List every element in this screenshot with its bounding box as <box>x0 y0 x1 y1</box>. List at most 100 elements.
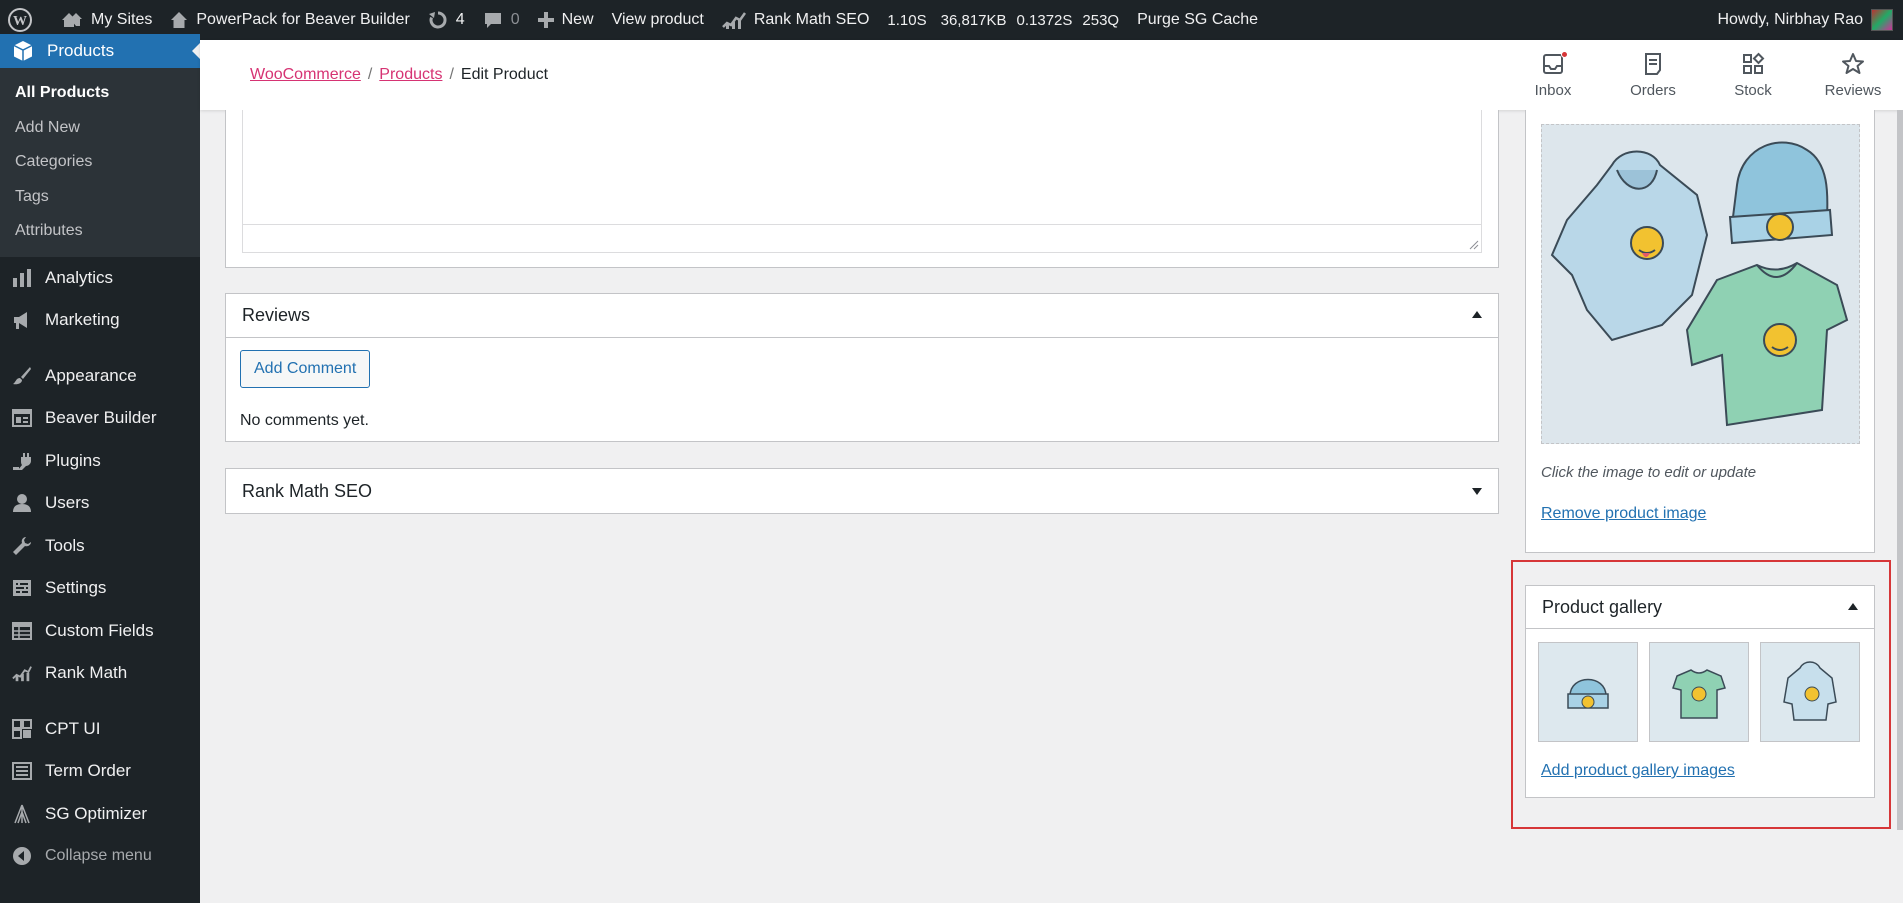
sidebar-item-label: Products <box>47 41 115 60</box>
sidebar-item-label: Custom Fields <box>45 620 154 640</box>
my-sites-label: My Sites <box>91 11 153 28</box>
gallery-thumb-tshirt[interactable] <box>1649 642 1749 742</box>
tab-label: Orders <box>1630 81 1676 99</box>
product-image[interactable] <box>1541 124 1860 444</box>
wrench-icon <box>12 536 32 556</box>
rank-math-label: Rank Math SEO <box>753 11 870 28</box>
sidebar-item-appearance[interactable]: Appearance <box>0 355 200 398</box>
sidebar-item-plugins[interactable]: Plugins <box>0 440 200 483</box>
tab-label: Reviews <box>1824 81 1882 99</box>
howdy-label: Howdy, Nirbhay Rao <box>1717 11 1863 28</box>
description-editor-box <box>225 110 1499 268</box>
qm-db-time: 0.1372S <box>1016 11 1073 29</box>
product-box-icon <box>12 40 34 62</box>
rank-math-box-header[interactable]: Rank Math SEO <box>226 469 1498 513</box>
avatar <box>1871 9 1893 31</box>
submenu-attributes[interactable]: Attributes <box>0 214 200 249</box>
resize-handle-icon[interactable] <box>1467 238 1479 250</box>
new-content-menu[interactable]: New <box>529 0 603 40</box>
tab-reviews[interactable]: Reviews <box>1803 40 1903 110</box>
sidebar-item-beaver-builder[interactable]: Beaver Builder <box>0 397 200 440</box>
cpt-icon <box>12 718 32 739</box>
sidebar-item-label: Analytics <box>45 267 114 287</box>
sidebar-item-term-order[interactable]: Term Order <box>0 750 200 793</box>
breadcrumb-current: Edit Product <box>460 66 549 83</box>
table-icon <box>12 621 32 641</box>
add-gallery-images-link[interactable]: Add product gallery images <box>1541 762 1735 780</box>
tab-orders[interactable]: Orders <box>1603 40 1703 110</box>
editor-status-bar <box>243 224 1481 252</box>
rank-math-menu[interactable]: Rank Math SEO <box>713 0 879 40</box>
tab-label: Stock <box>1734 81 1772 99</box>
tab-stock[interactable]: Stock <box>1703 40 1803 110</box>
home-icon <box>171 12 188 28</box>
reviews-box: Reviews Add Comment No comments yet. <box>225 293 1499 442</box>
sidebar-item-label: Appearance <box>45 365 137 385</box>
sidebar-item-label: Tools <box>45 535 85 555</box>
collapse-up-icon[interactable] <box>1848 603 1858 610</box>
comments-count: 0 <box>510 11 520 28</box>
sidebar-item-label: SG Optimizer <box>45 803 148 823</box>
plus-icon <box>537 12 554 28</box>
reviews-title: Reviews <box>242 305 311 325</box>
paintbrush-icon <box>12 366 32 386</box>
comments-menu[interactable]: 0 <box>474 0 529 40</box>
purge-cache-button[interactable]: Purge SG Cache <box>1128 0 1267 40</box>
view-product-link[interactable]: View product <box>603 0 713 40</box>
sidebar-item-label: Term Order <box>45 761 131 781</box>
tab-inbox[interactable]: Inbox <box>1503 40 1603 110</box>
sidebar-item-products[interactable]: Products <box>0 34 200 68</box>
sidebar-item-label: Marketing <box>45 310 120 330</box>
description-textarea[interactable] <box>242 110 1482 253</box>
megaphone-icon <box>12 310 32 330</box>
product-gallery-header[interactable]: Product gallery <box>1526 586 1874 629</box>
sidebar-item-sg-optimizer[interactable]: SG Optimizer <box>0 793 200 836</box>
query-monitor-menu[interactable]: 1.10S 36,817KB 0.1372S 253Q <box>878 0 1128 40</box>
breadcrumb-products-link[interactable]: Products <box>379 66 442 83</box>
sidebar-item-label: Plugins <box>45 450 101 470</box>
sidebar-item-rank-math[interactable]: Rank Math <box>0 652 200 695</box>
rank-math-seo-box: Rank Math SEO <box>225 468 1499 514</box>
reviews-box-header[interactable]: Reviews <box>226 294 1498 338</box>
sidebar-item-label: Beaver Builder <box>45 408 157 428</box>
sidebar-item-analytics[interactable]: Analytics <box>0 257 200 300</box>
user-account-menu[interactable]: Howdy, Nirbhay Rao <box>1708 0 1893 40</box>
grid-layout-icon <box>12 408 32 428</box>
rank-math-box-title: Rank Math SEO <box>242 480 373 501</box>
sidebar-item-tools[interactable]: Tools <box>0 525 200 568</box>
sidebar-item-settings[interactable]: Settings <box>0 567 200 610</box>
sidebar-item-cpt-ui[interactable]: CPT UI <box>0 708 200 751</box>
updates-menu[interactable]: 4 <box>419 0 474 40</box>
woocommerce-header: WooCommerce / Products / Edit Product Inbox … <box>200 40 1903 110</box>
remove-product-image-link[interactable]: Remove product image <box>1541 505 1706 523</box>
tab-label: Inbox <box>1534 81 1572 99</box>
site-name-label: PowerPack for Beaver Builder <box>196 11 410 28</box>
sidebar-item-label: Settings <box>45 578 107 598</box>
plug-icon <box>12 451 32 471</box>
collapse-arrow-icon <box>12 846 32 866</box>
add-comment-button[interactable]: Add Comment <box>240 350 371 388</box>
page-scrollbar[interactable] <box>1897 110 1903 830</box>
breadcrumb-woocommerce-link[interactable]: WooCommerce <box>250 66 361 83</box>
sidebar-item-custom-fields[interactable]: Custom Fields <box>0 610 200 653</box>
rank-chart-icon <box>12 663 32 683</box>
purge-cache-label: Purge SG Cache <box>1137 11 1259 28</box>
sliders-icon <box>12 578 32 598</box>
gallery-thumb-hoodie[interactable] <box>1760 642 1860 742</box>
sidebar-item-users[interactable]: Users <box>0 482 200 525</box>
collapse-menu-label: Collapse menu <box>45 847 152 865</box>
gallery-thumb-beanie[interactable] <box>1538 642 1638 742</box>
collapse-menu-button[interactable]: Collapse menu <box>0 835 200 878</box>
qm-queries: 253Q <box>1082 11 1120 29</box>
submenu-tags[interactable]: Tags <box>0 180 200 215</box>
my-sites-icon <box>62 13 82 27</box>
expand-down-icon[interactable] <box>1472 488 1482 495</box>
sidebar-item-marketing[interactable]: Marketing <box>0 299 200 342</box>
new-label: New <box>561 11 594 28</box>
submenu-add-new[interactable]: Add New <box>0 111 200 146</box>
stock-icon <box>1741 52 1765 78</box>
submenu-categories[interactable]: Categories <box>0 145 200 180</box>
admin-bar: W My Sites PowerPack for Beaver Builder … <box>0 0 1903 40</box>
collapse-up-icon[interactable] <box>1472 311 1482 318</box>
submenu-all-products[interactable]: All Products <box>0 76 200 111</box>
